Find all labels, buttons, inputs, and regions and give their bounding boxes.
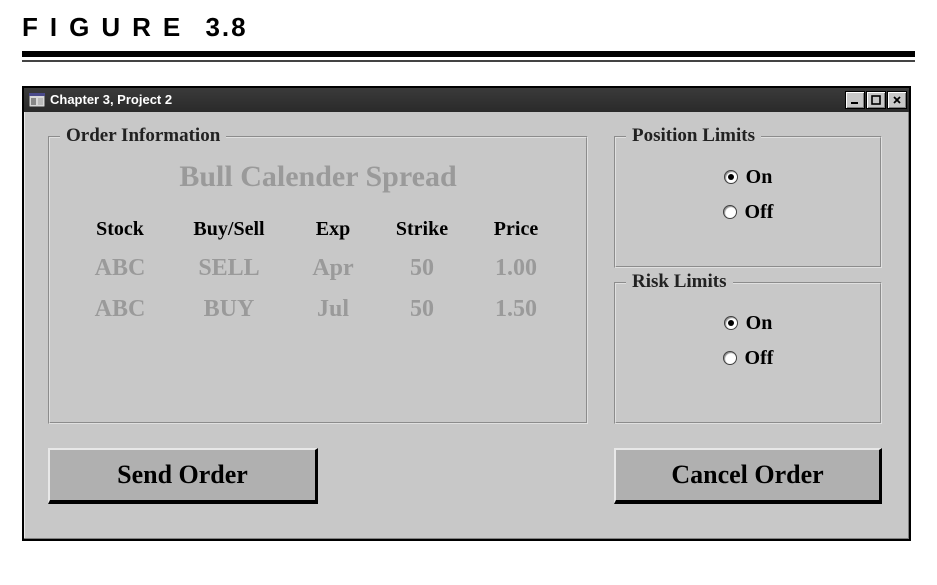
risk-limits-group: Risk Limits On Off (614, 282, 882, 424)
radio-icon (723, 205, 737, 219)
table-cell: ABC (75, 296, 165, 323)
radio-label: Off (745, 201, 774, 224)
cancel-order-button[interactable]: Cancel Order (614, 448, 882, 504)
table-cell: Apr (293, 255, 373, 282)
divider-thick (22, 51, 915, 57)
table-cell: ABC (75, 255, 165, 282)
button-label: Cancel Order (671, 460, 823, 490)
order-table: Stock Buy/Sell Exp Strike Price ABC SELL… (50, 218, 586, 323)
close-button[interactable] (887, 91, 907, 109)
table-cell: 1.00 (471, 255, 561, 282)
col-strike: Strike (377, 218, 467, 241)
table-cell: BUY (169, 296, 289, 323)
window-client-area: Order Information Bull Calender Spread S… (24, 112, 909, 539)
table-cell: 50 (377, 255, 467, 282)
position-limits-group: Position Limits On Off (614, 136, 882, 268)
app-window: Chapter 3, Project 2 Order Information B… (22, 86, 911, 541)
position-limits-off-radio[interactable]: Off (723, 201, 774, 224)
window-app-icon (28, 92, 46, 108)
radio-icon (724, 316, 738, 330)
divider-thin (22, 60, 915, 62)
table-cell: 50 (377, 296, 467, 323)
radio-icon (724, 170, 738, 184)
minimize-button[interactable] (845, 91, 865, 109)
radio-icon (723, 351, 737, 365)
order-information-legend: Order Information (60, 125, 226, 147)
button-label: Send Order (117, 460, 248, 490)
position-limits-on-radio[interactable]: On (724, 166, 773, 189)
window-title: Chapter 3, Project 2 (50, 92, 845, 107)
order-information-group: Order Information Bull Calender Spread S… (48, 136, 588, 424)
radio-label: On (746, 312, 773, 335)
col-stock: Stock (75, 218, 165, 241)
position-limits-legend: Position Limits (626, 125, 761, 147)
spread-title: Bull Calender Spread (50, 160, 586, 194)
table-cell: SELL (169, 255, 289, 282)
window-controls (845, 91, 907, 109)
table-cell: 1.50 (471, 296, 561, 323)
risk-limits-on-radio[interactable]: On (724, 312, 773, 335)
radio-label: Off (745, 347, 774, 370)
titlebar: Chapter 3, Project 2 (24, 88, 909, 112)
risk-limits-off-radio[interactable]: Off (723, 347, 774, 370)
figure-caption: FIGURE 3.8 (0, 0, 937, 43)
risk-limits-legend: Risk Limits (626, 271, 733, 293)
send-order-button[interactable]: Send Order (48, 448, 318, 504)
maximize-button[interactable] (866, 91, 886, 109)
table-cell: Jul (293, 296, 373, 323)
radio-label: On (746, 166, 773, 189)
col-price: Price (471, 218, 561, 241)
col-exp: Exp (293, 218, 373, 241)
col-buy-sell: Buy/Sell (169, 218, 289, 241)
